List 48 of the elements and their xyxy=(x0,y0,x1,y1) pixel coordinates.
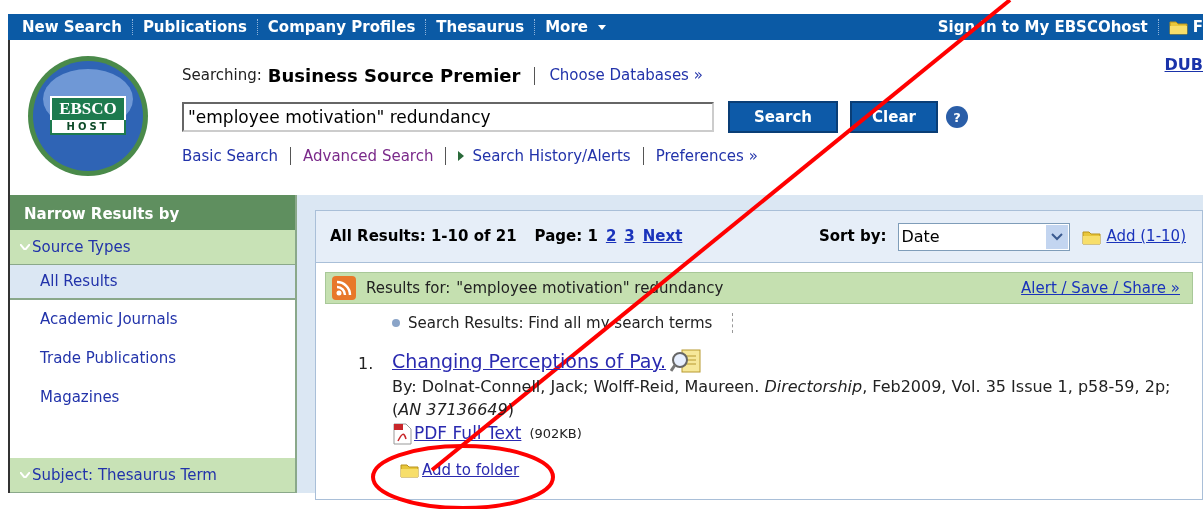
header-link[interactable]: Search History/Alerts xyxy=(458,145,631,168)
file-size: (902KB) xyxy=(529,425,582,443)
database-name: Business Source Premier xyxy=(267,64,521,88)
search-button[interactable]: Search xyxy=(728,101,838,133)
header-link[interactable]: Advanced Search xyxy=(303,145,434,168)
sidebar-section-header[interactable]: Subject: Thesaurus Term xyxy=(10,458,295,493)
results-for-label: Results for: xyxy=(366,277,451,299)
page-link[interactable]: 2 xyxy=(605,225,617,248)
logo-subtext: HOST xyxy=(50,120,126,135)
searching-label: Searching: xyxy=(182,65,262,87)
preview-magnifier-icon xyxy=(670,347,703,374)
corner-link[interactable]: DUB xyxy=(1164,53,1203,77)
folder-icon xyxy=(400,461,420,478)
folder-link[interactable]: F xyxy=(1192,19,1203,35)
add-link[interactable]: Add (1-10) xyxy=(1106,225,1186,248)
nav-link[interactable]: Thesaurus xyxy=(436,19,525,35)
page-link[interactable]: Next xyxy=(642,225,683,248)
play-icon xyxy=(458,151,465,162)
sort-dropdown[interactable]: Date xyxy=(898,222,1071,251)
pdf-icon xyxy=(392,422,412,445)
folder-icon xyxy=(1082,228,1103,245)
clear-button[interactable]: Clear xyxy=(850,101,938,133)
folder-icon xyxy=(1168,19,1189,35)
search-field[interactable]: "employee motivation" redundancy xyxy=(182,102,714,132)
logo-text: EBSCO xyxy=(50,96,126,120)
sort-label: Sort by: xyxy=(819,226,887,248)
chevron-down-icon xyxy=(20,244,30,250)
page-link[interactable]: 3 xyxy=(624,225,635,248)
rss-icon xyxy=(332,276,356,300)
sidebar-section-header[interactable]: Source Types xyxy=(10,230,295,265)
help-button[interactable]: ? xyxy=(946,106,968,128)
sidebar-item[interactable]: All Results xyxy=(10,265,295,300)
nav-link[interactable]: New Search xyxy=(22,19,122,35)
result-number: 1. xyxy=(358,352,375,375)
sidebar-header: Narrow Results by xyxy=(10,195,295,230)
nav-link[interactable]: Company Profiles xyxy=(267,19,416,35)
header-link[interactable]: Basic Search xyxy=(182,145,278,168)
choose-databases-link[interactable]: Choose Databases » xyxy=(549,64,703,87)
page-label: Page: 1 xyxy=(534,226,598,248)
nav-link[interactable]: Publications xyxy=(142,19,247,35)
bullet-icon xyxy=(392,319,400,328)
alert-save-share-link[interactable]: Alert / Save / Share » xyxy=(1021,276,1180,300)
caret-icon xyxy=(598,24,606,30)
results-summary: All Results: 1-10 of 21 xyxy=(330,226,517,248)
nav-link[interactable]: More xyxy=(545,19,606,35)
chevron-down-icon xyxy=(1046,224,1069,249)
chevron-down-icon xyxy=(20,472,30,478)
header-link[interactable]: Preferences » xyxy=(655,145,758,168)
